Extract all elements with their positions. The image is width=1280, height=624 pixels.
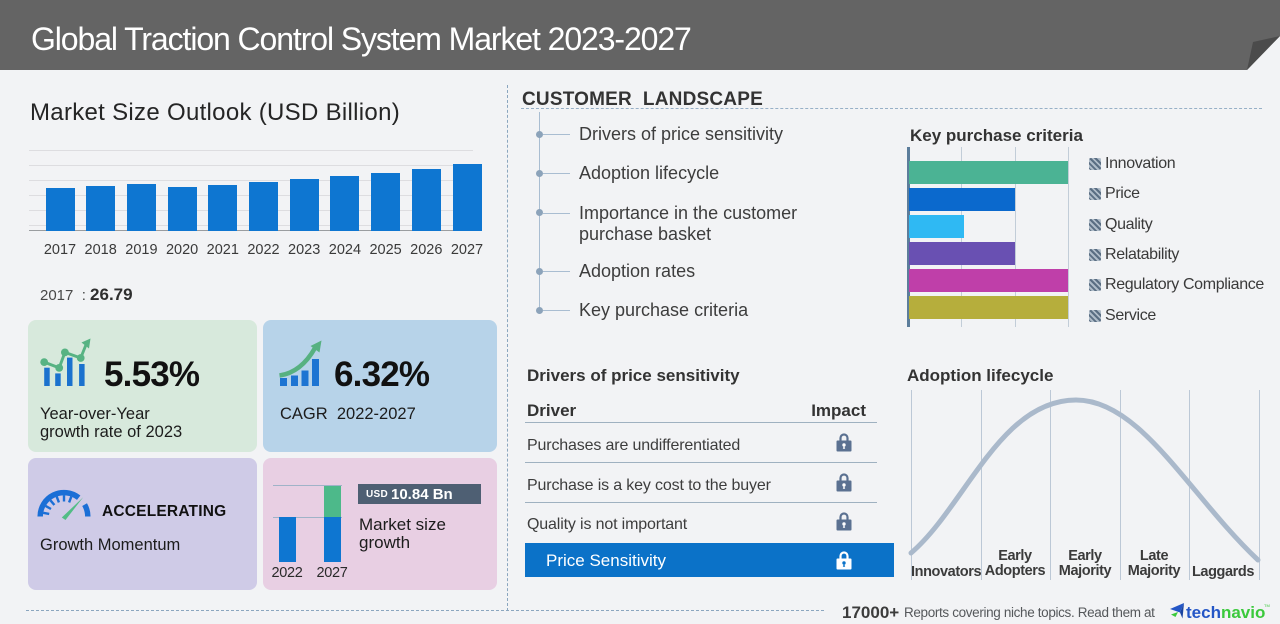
svg-text:technavio: technavio xyxy=(1186,603,1265,622)
svg-text:TM: TM xyxy=(1264,603,1270,608)
